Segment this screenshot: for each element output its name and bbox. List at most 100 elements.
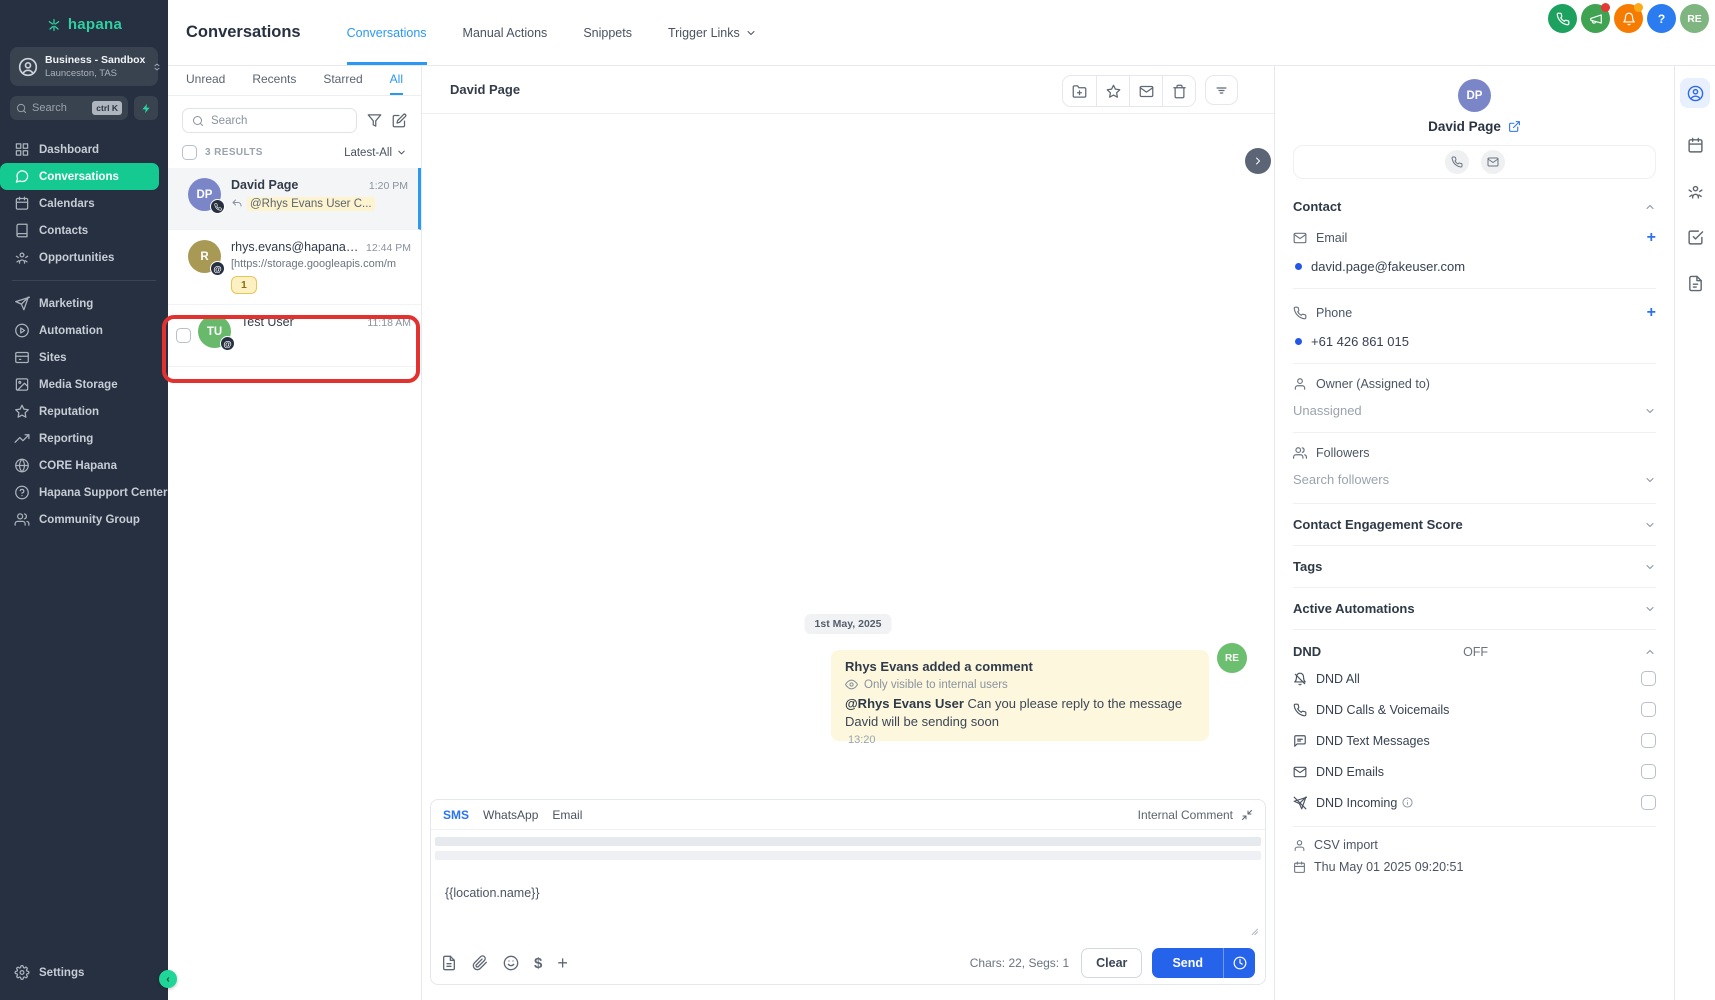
users-icon xyxy=(14,512,30,527)
compose-icon[interactable] xyxy=(392,113,407,128)
dnd-all-checkbox[interactable] xyxy=(1641,671,1656,686)
tab-snippets[interactable]: Snippets xyxy=(583,0,632,65)
conversation-item-rhys-evans[interactable]: R @ rhys.evans@hapana.com 12:44 PM [http… xyxy=(168,230,421,305)
sort-selector[interactable]: Latest-All xyxy=(344,147,407,159)
section-active-automations[interactable]: Active Automations xyxy=(1293,588,1656,630)
contact-name: Test User xyxy=(241,315,294,329)
sidebar-item-conversations[interactable]: Conversations xyxy=(0,163,159,190)
help-button[interactable]: ? xyxy=(1647,4,1676,33)
internal-comment-toggle[interactable]: Internal Comment xyxy=(1138,808,1253,822)
mark-unread-button[interactable] xyxy=(1129,76,1162,106)
collapse-section-button[interactable] xyxy=(1644,201,1656,213)
channel-tab-sms[interactable]: SMS xyxy=(443,808,469,822)
rail-tab-tasks[interactable] xyxy=(1687,229,1704,246)
channel-tab-email[interactable]: Email xyxy=(552,808,582,822)
sidebar-item-reporting[interactable]: Reporting xyxy=(0,425,168,452)
schedule-send-button[interactable] xyxy=(1223,948,1255,978)
search-icon xyxy=(192,115,204,127)
dnd-incoming-checkbox[interactable] xyxy=(1641,795,1656,810)
email-value[interactable]: david.page@fakeuser.com xyxy=(1311,259,1465,274)
send-button-group: Send xyxy=(1152,948,1255,978)
followers-search-select[interactable]: Search followers xyxy=(1293,472,1656,487)
conversation-checkbox[interactable] xyxy=(176,328,191,343)
emoji-icon[interactable] xyxy=(503,955,519,971)
sidebar-item-sites[interactable]: Sites xyxy=(0,344,168,371)
sidebar-item-calendars[interactable]: Calendars xyxy=(0,190,168,217)
add-phone-button[interactable]: + xyxy=(1647,304,1656,322)
dnd-calls-checkbox[interactable] xyxy=(1641,702,1656,717)
business-selector[interactable]: Business - Sandbox Launceston, TAS xyxy=(10,47,158,86)
quick-action-button[interactable] xyxy=(134,96,158,120)
dialer-button[interactable] xyxy=(1548,4,1577,33)
conversation-item-test-user[interactable]: TU @ Test User 11:18 AM xyxy=(168,305,421,367)
calendar-icon xyxy=(1293,861,1306,874)
filter-messages-button[interactable] xyxy=(1205,75,1238,105)
delete-conversation-button[interactable] xyxy=(1162,76,1195,106)
clear-button[interactable]: Clear xyxy=(1081,948,1142,978)
sidebar-item-settings[interactable]: Settings xyxy=(0,959,168,986)
sidebar-collapse-button[interactable]: ‹ xyxy=(159,970,177,988)
rail-tab-notes[interactable] xyxy=(1687,275,1704,292)
list-tab-starred[interactable]: Starred xyxy=(323,72,362,95)
rail-tab-appointments[interactable] xyxy=(1687,137,1704,154)
open-contact-external-link[interactable] xyxy=(1508,120,1521,133)
filter-funnel-icon[interactable] xyxy=(367,113,382,128)
email-contact-button[interactable] xyxy=(1481,150,1505,174)
star-conversation-button[interactable] xyxy=(1096,76,1129,106)
templates-icon[interactable] xyxy=(441,955,457,971)
dnd-texts-checkbox[interactable] xyxy=(1641,733,1656,748)
collapse-panel-button[interactable] xyxy=(1245,148,1271,174)
dnd-emails-checkbox[interactable] xyxy=(1641,764,1656,779)
hapana-logo: hapana xyxy=(0,0,168,33)
notifications-button[interactable] xyxy=(1614,4,1643,33)
sidebar-item-media-storage[interactable]: Media Storage xyxy=(0,371,168,398)
message-input[interactable]: {{location.name}} xyxy=(445,886,1265,900)
user-avatar[interactable]: RE xyxy=(1680,4,1709,33)
sidebar-item-automation[interactable]: Automation xyxy=(0,317,168,344)
resize-grip-icon[interactable] xyxy=(1248,925,1259,936)
tab-trigger-links[interactable]: Trigger Links xyxy=(668,0,757,65)
send-button[interactable]: Send xyxy=(1152,948,1223,978)
tab-conversations[interactable]: Conversations xyxy=(347,0,427,65)
add-more-icon[interactable]: + xyxy=(557,953,568,974)
owner-select[interactable]: Unassigned xyxy=(1293,403,1656,418)
sidebar-item-opportunities[interactable]: Opportunities xyxy=(0,244,168,271)
channel-tab-whatsapp[interactable]: WhatsApp xyxy=(483,808,538,822)
incoming-off-icon xyxy=(1293,796,1307,810)
payment-request-icon[interactable]: $ xyxy=(534,955,542,972)
phone-value[interactable]: +61 426 861 015 xyxy=(1311,334,1409,349)
sidebar-search-input[interactable]: Search ctrl K xyxy=(10,96,128,120)
message-preview: [https://storage.googleapis.com/m xyxy=(231,258,411,270)
section-dnd[interactable]: DND OFF xyxy=(1293,630,1656,663)
sidebar-item-marketing[interactable]: Marketing xyxy=(0,290,168,317)
section-contact-engagement-score[interactable]: Contact Engagement Score xyxy=(1293,504,1656,546)
hapana-spark-icon xyxy=(46,17,62,33)
sidebar-item-community-group[interactable]: Community Group xyxy=(0,506,168,533)
rail-tab-contact[interactable] xyxy=(1680,78,1710,108)
sidebar-item-dashboard[interactable]: Dashboard xyxy=(0,136,168,163)
sidebar-item-label: Calendars xyxy=(39,198,95,210)
owner-field-label: Owner (Assigned to) xyxy=(1316,377,1430,391)
sidebar-item-core-hapana[interactable]: CORE Hapana xyxy=(0,452,168,479)
select-all-checkbox[interactable] xyxy=(182,145,197,160)
tab-manual-actions[interactable]: Manual Actions xyxy=(463,0,548,65)
chevron-down-icon xyxy=(396,147,407,158)
call-contact-button[interactable] xyxy=(1445,150,1469,174)
archive-folder-button[interactable] xyxy=(1063,76,1096,106)
list-tab-recents[interactable]: Recents xyxy=(252,72,296,95)
add-email-button[interactable]: + xyxy=(1647,229,1656,247)
rail-tab-opportunities[interactable] xyxy=(1687,183,1704,200)
sidebar-item-reputation[interactable]: Reputation xyxy=(0,398,168,425)
attachment-icon[interactable] xyxy=(472,955,488,971)
section-tags[interactable]: Tags xyxy=(1293,546,1656,588)
list-tab-all[interactable]: All xyxy=(390,72,403,95)
list-tab-unread[interactable]: Unread xyxy=(186,72,225,95)
sidebar-item-contacts[interactable]: Contacts xyxy=(0,217,168,244)
announcements-button[interactable] xyxy=(1581,4,1610,33)
search-shortcut-badge: ctrl K xyxy=(92,101,122,115)
opportunities-icon xyxy=(14,250,30,265)
conversation-search-input[interactable]: Search xyxy=(182,108,357,133)
conversation-item-david-page[interactable]: DP David Page 1:20 PM @Rhys Evans User C… xyxy=(168,168,421,230)
mail-icon xyxy=(1293,765,1307,779)
sidebar-item-support-center[interactable]: Hapana Support Center xyxy=(0,479,168,506)
